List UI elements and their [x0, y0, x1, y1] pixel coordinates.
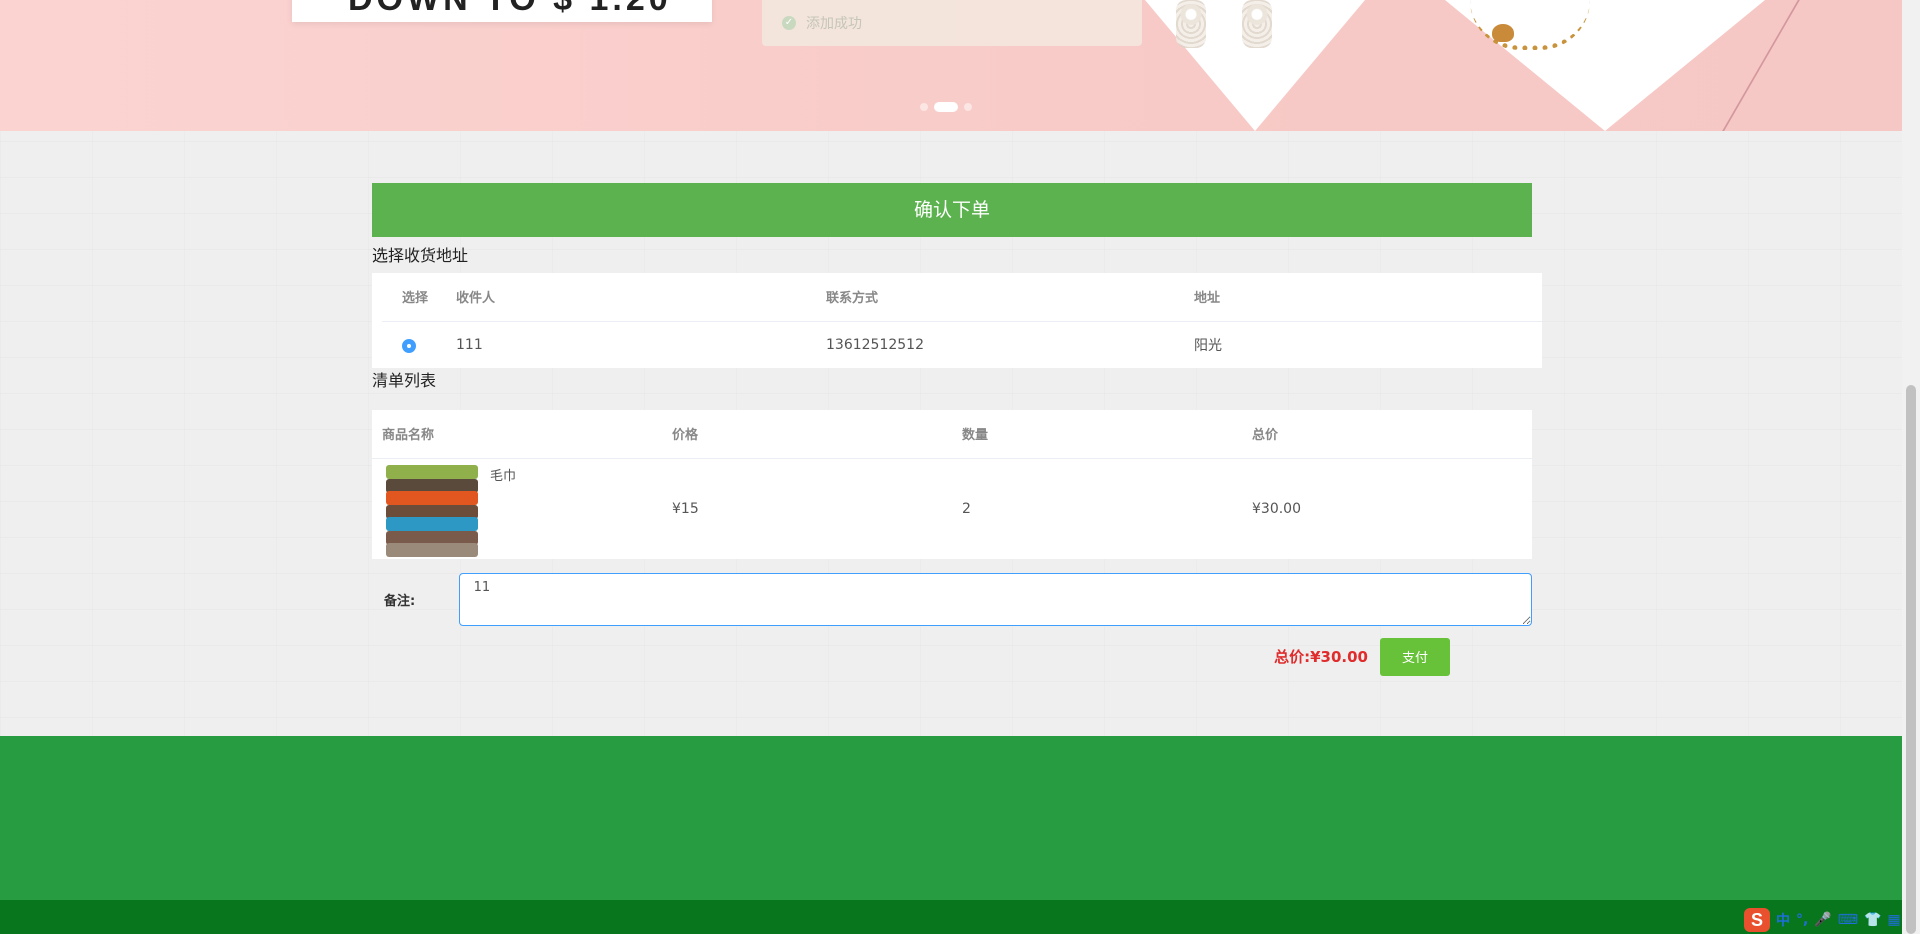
address-table-wrapper: 选择 收件人 联系方式 地址 111 13612512512 阳光: [372, 273, 1542, 368]
address-radio-selected[interactable]: [402, 339, 416, 354]
address-table: 选择 收件人 联系方式 地址 111 13612512512 阳光: [382, 273, 1542, 368]
carousel-dot[interactable]: [920, 103, 928, 111]
earring-image: [1242, 0, 1272, 48]
scrollbar-thumb[interactable]: [1906, 385, 1916, 934]
product-cell: 毛巾: [372, 458, 662, 559]
table-header-row: 商品名称 价格 数量 总价: [372, 410, 1532, 459]
column-header-select: 选择: [382, 273, 456, 322]
promo-banner[interactable]: DOWN TO $ 1.20 ✓ 添加成功: [0, 0, 1902, 131]
address-cell: 阳光: [1194, 337, 1222, 354]
recipient-cell: 111: [456, 336, 483, 353]
microphone-icon[interactable]: 🎤: [1814, 912, 1831, 928]
pay-button[interactable]: 支付: [1380, 637, 1450, 676]
line-total-cell: ¥30.00: [1252, 500, 1301, 517]
remark-textarea[interactable]: [458, 572, 1532, 626]
ime-toolbar[interactable]: S 中 °, 🎤 ⌨ 👕 ▦: [1740, 906, 1920, 934]
remark-label: 备注:: [384, 593, 416, 609]
ime-punctuation-icon[interactable]: °,: [1796, 912, 1808, 928]
carousel-dot-active[interactable]: [934, 102, 958, 112]
product-name: 毛巾: [490, 468, 517, 484]
table-row: 毛巾 ¥15 2 ¥30.00: [372, 458, 1532, 559]
success-toast: ✓ 添加成功: [762, 0, 1142, 46]
ime-chinese-mode[interactable]: 中: [1776, 910, 1790, 930]
carousel-indicators: [920, 102, 972, 112]
column-header-address: 地址: [1194, 273, 1542, 322]
towel-product-image: [382, 458, 482, 559]
carousel-dot[interactable]: [964, 103, 972, 111]
grid-menu-icon[interactable]: ▦: [1887, 912, 1900, 928]
footer-bottom-bar: [0, 900, 1902, 934]
list-section-title: 清单列表: [372, 371, 437, 390]
check-circle-icon: ✓: [782, 16, 796, 30]
column-header-quantity: 数量: [952, 410, 1242, 459]
goods-table: 商品名称 价格 数量 总价 毛巾 ¥15 2 ¥30.00: [372, 410, 1532, 559]
footer: [0, 736, 1902, 900]
column-header-price: 价格: [662, 410, 952, 459]
order-total: 总价:¥30.00: [1274, 648, 1368, 666]
address-section-title: 选择收货地址: [372, 246, 469, 265]
column-header-recipient: 收件人: [456, 273, 826, 322]
sogou-logo-icon[interactable]: S: [1744, 908, 1770, 932]
keyboard-icon[interactable]: ⌨: [1838, 912, 1858, 928]
butterfly-charm-image: [1492, 24, 1514, 42]
order-confirm-panel: 确认下单 选择收货地址 选择 收件人 联系方式 地址 111 136125125…: [372, 183, 1542, 676]
address-select-cell[interactable]: [382, 321, 456, 368]
phone-cell: 13612512512: [826, 336, 924, 353]
price-cell: ¥15: [672, 500, 699, 517]
column-header-product-name: 商品名称: [372, 410, 662, 459]
skin-shirt-icon[interactable]: 👕: [1864, 912, 1881, 928]
quantity-cell: 2: [962, 500, 971, 517]
page-scrollbar[interactable]: [1902, 0, 1920, 934]
table-row[interactable]: 111 13612512512 阳光: [382, 321, 1542, 368]
remark-row: 备注:: [372, 572, 1532, 626]
page-title: 确认下单: [372, 183, 1532, 237]
payment-row: 总价:¥30.00 支付: [372, 637, 1532, 676]
column-header-total: 总价: [1242, 410, 1532, 459]
table-header-row: 选择 收件人 联系方式 地址: [382, 273, 1542, 322]
column-header-phone: 联系方式: [826, 273, 1194, 322]
banner-promo-text: DOWN TO $ 1.20: [292, 0, 712, 22]
toast-message: 添加成功: [806, 16, 862, 32]
earring-image: [1176, 0, 1206, 48]
